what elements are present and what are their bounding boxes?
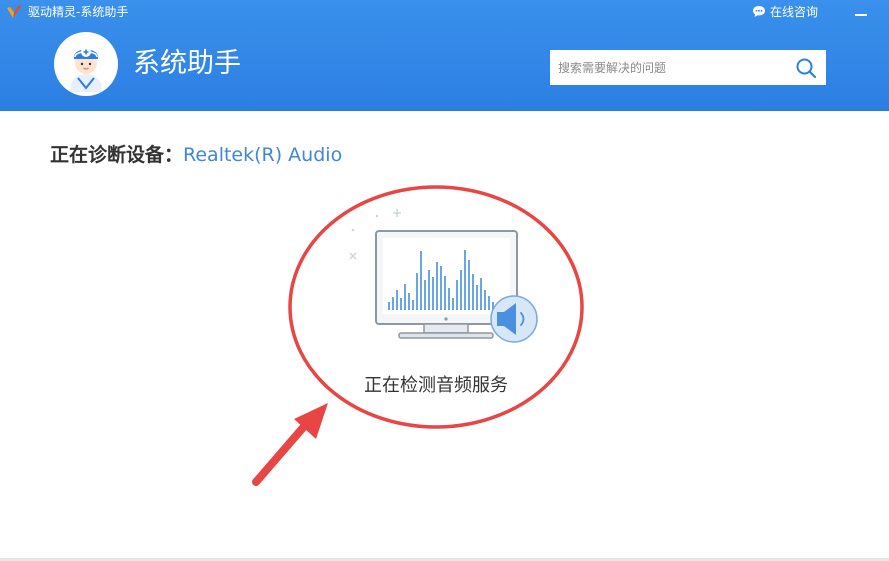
window-title: 驱动精灵-系统助手 [28,5,129,19]
page-title: 系统助手 [133,48,241,79]
doctor-avatar-icon [56,34,116,94]
diagnosis-device: Realtek(R) Audio [183,144,343,166]
avatar [54,32,118,96]
minimize-icon [855,14,867,16]
search-box [550,50,826,85]
chat-bubble-icon[interactable] [752,5,766,18]
annotation-arrow-icon [252,403,328,486]
diagnosis-line: 正在诊断设备：Realtek(R) Audio [50,143,342,167]
header-bar: 驱动精灵-系统助手 在线咨询 系统助手 [0,0,889,111]
driver-genius-logo-icon [7,5,22,18]
diagnosis-label: 正在诊断设备： [50,144,184,166]
title-bar: 驱动精灵-系统助手 在线咨询 [0,0,889,26]
online-consult-link[interactable]: 在线咨询 [770,4,818,20]
search-icon[interactable] [794,56,818,80]
status-text: 正在检测音频服务 [364,375,508,396]
search-input[interactable] [550,50,786,85]
speaker-icon [490,295,538,343]
minimize-button[interactable] [850,3,872,21]
